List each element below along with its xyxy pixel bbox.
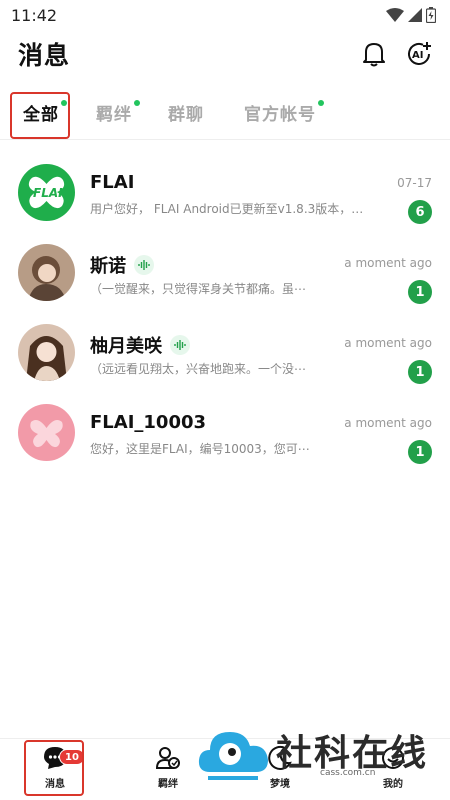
- svg-text:FLAI: FLAI: [33, 186, 63, 200]
- conversation-item[interactable]: FLAI_10003 您好，这里是FLAI，编号10003，您可⋯ a mome…: [0, 390, 450, 470]
- watermark-url: cass.com.cn: [320, 768, 376, 778]
- conversation-name: 柚月美咲: [90, 332, 190, 358]
- nav-bonds[interactable]: 羁绊: [138, 745, 198, 790]
- svg-text:AI: AI: [412, 50, 423, 61]
- conversation-name: FLAI_10003: [90, 412, 207, 433]
- conversation-time: a moment ago: [344, 416, 432, 430]
- nav-highlight-box: [24, 740, 84, 796]
- conversation-name: 斯诺: [90, 252, 154, 278]
- unread-badge: 1: [408, 280, 432, 304]
- conversation-time: 07-17: [397, 176, 432, 190]
- bell-icon: [363, 43, 385, 67]
- status-bar: 11:42: [0, 0, 450, 30]
- users-icon: [155, 747, 180, 769]
- tab-official-accounts[interactable]: 官方帐号: [244, 100, 324, 125]
- conversation-preview: 您好，这里是FLAI，编号10003，您可⋯: [90, 442, 310, 456]
- conversation-name: FLAI: [90, 172, 135, 193]
- conversation-item[interactable]: 斯诺 （一觉醒来，只觉得浑身关节都痛。虽⋯ a moment ago 1: [0, 230, 450, 310]
- status-icons: [386, 7, 436, 23]
- avatar: FLAI: [18, 164, 75, 221]
- watermark: 社科在线 cass.com.cn: [196, 722, 436, 788]
- page-title: 消息: [18, 41, 71, 70]
- new-dot: [134, 100, 140, 106]
- header: 消息 AI: [0, 30, 450, 78]
- conversation-item[interactable]: FLAI FLAI 用户您好， FLAI Android已更新至v1.8.3版本…: [0, 150, 450, 230]
- tab-bonds[interactable]: 羁绊: [96, 100, 140, 125]
- unread-badge: 1: [408, 360, 432, 384]
- ai-add-button[interactable]: AI: [405, 40, 433, 68]
- unread-badge: 6: [408, 200, 432, 224]
- nav-label: 羁绊: [158, 779, 178, 790]
- ai-add-icon: AI: [408, 42, 431, 65]
- wifi-icon: [386, 8, 404, 22]
- signal-icon: [408, 8, 422, 22]
- notifications-button[interactable]: [360, 40, 388, 68]
- conversation-preview: （一觉醒来，只觉得浑身关节都痛。虽⋯: [90, 282, 307, 296]
- tab-highlight-box: [10, 92, 70, 139]
- avatar: [18, 324, 75, 381]
- unread-badge: 1: [408, 440, 432, 464]
- conversation-item[interactable]: 柚月美咲 （远远看见翔太，兴奋地跑来。一个没⋯ a moment ago 1: [0, 310, 450, 390]
- cloud-logo-icon: [198, 732, 268, 780]
- avatar: [18, 404, 75, 461]
- new-dot: [318, 100, 324, 106]
- avatar: [18, 244, 75, 301]
- status-time: 11:42: [11, 6, 58, 25]
- voice-icon: [134, 255, 154, 275]
- battery-icon: [426, 7, 436, 23]
- voice-icon: [170, 335, 190, 355]
- conversation-time: a moment ago: [344, 256, 432, 270]
- conversation-time: a moment ago: [344, 336, 432, 350]
- conversation-preview: （远远看见翔太，兴奋地跑来。一个没⋯: [90, 362, 307, 376]
- conversation-preview: 用户您好， FLAI Android已更新至v1.8.3版本，…: [90, 202, 364, 216]
- tab-group-chat[interactable]: 群聊: [168, 100, 204, 125]
